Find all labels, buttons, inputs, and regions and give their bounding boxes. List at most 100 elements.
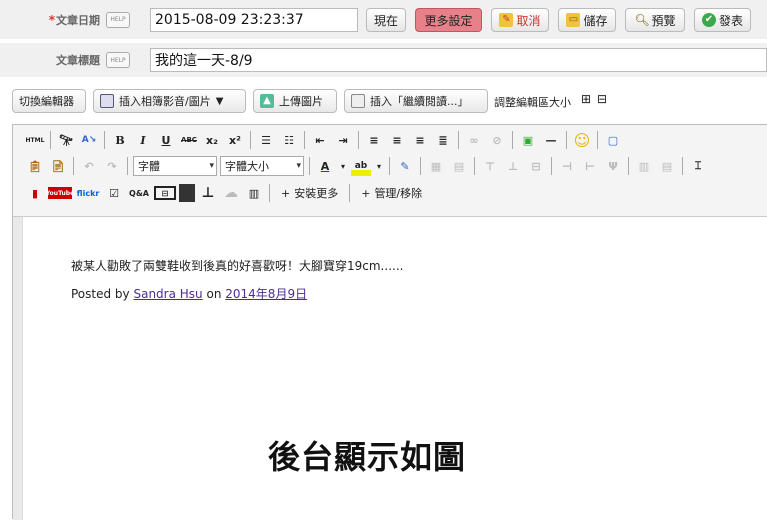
strikethrough-icon[interactable]: ABC: [179, 130, 199, 150]
checklist-icon[interactable]: ☑: [104, 183, 124, 203]
delete-row-icon[interactable]: ⊟: [526, 156, 546, 176]
text-color-icon[interactable]: A: [315, 156, 335, 176]
chevron-down-icon[interactable]: ▾: [374, 156, 384, 176]
font-size-select[interactable]: 字體大小: [220, 156, 304, 176]
date-row: * 文章日期 HELP 2015-08-09 23:23:37 現在 更多設定 …: [0, 0, 767, 39]
align-left-icon[interactable]: ≡: [364, 130, 384, 150]
book-icon[interactable]: [179, 184, 195, 202]
editor-gutter: [13, 217, 23, 520]
title-input[interactable]: 我的這一天-8/9: [150, 48, 767, 72]
upload-image-label: 上傳圖片: [279, 95, 323, 108]
numbered-list-icon[interactable]: ☰: [256, 130, 276, 150]
row-after-icon[interactable]: ⊥: [503, 156, 523, 176]
subscript-icon[interactable]: x₂: [202, 130, 222, 150]
col-after-icon[interactable]: ⊢: [580, 156, 600, 176]
editor-toolbar-row-3: ▮ YouTube flickr ☑ Q&A ⊟ ⊥ ☁ ▥ + 安裝更多 + …: [25, 181, 428, 205]
find-icon[interactable]: 🔭︎: [56, 130, 76, 150]
adjust-size-label: 調整編輯區大小: [494, 96, 571, 109]
paste-icon[interactable]: 📋︎: [25, 156, 45, 176]
link-icon[interactable]: ∞: [464, 130, 484, 150]
horizontal-rule-icon[interactable]: —: [541, 130, 561, 150]
divider: [358, 131, 359, 149]
upload-image-button[interactable]: ▲ 上傳圖片: [253, 89, 337, 113]
undo-icon[interactable]: ↶: [79, 156, 99, 176]
divider: [551, 157, 552, 175]
plus-icon: +: [281, 186, 291, 200]
fullscreen-icon[interactable]: ▢: [603, 130, 623, 150]
col-before-icon[interactable]: ⊣: [557, 156, 577, 176]
caption-heading: 後台顯示如圖: [268, 438, 467, 476]
date-input[interactable]: 2015-08-09 23:23:37: [150, 8, 358, 32]
check-icon: ✔: [701, 13, 716, 27]
cancel-icon: ✎: [499, 13, 514, 27]
date-link[interactable]: 2014年8月9日: [225, 287, 307, 301]
align-right-icon[interactable]: ≡: [410, 130, 430, 150]
divider: [474, 157, 475, 175]
preview-button[interactable]: 🔍︎ 預覽: [625, 8, 685, 32]
cancel-button[interactable]: ✎ 取消: [491, 8, 549, 32]
redo-icon[interactable]: ↷: [102, 156, 122, 176]
bg-color-icon[interactable]: ab: [351, 156, 371, 176]
underline-icon[interactable]: U: [156, 130, 176, 150]
replace-icon[interactable]: A↘: [79, 130, 99, 150]
insert-media-button[interactable]: 插入相簿影音/圖片 ▼: [93, 89, 246, 113]
align-justify-icon[interactable]: ≣: [433, 130, 453, 150]
editor-toolbar-row-1: HTML 🔭︎ A↘ B I U ABC x₂ x² ☰ ☷ ⇤ ⇥ ≡ ≡ ≡…: [25, 128, 623, 152]
divider: [250, 131, 251, 149]
outdent-icon[interactable]: ⇤: [310, 130, 330, 150]
table-props-icon[interactable]: ▤: [449, 156, 469, 176]
save-icon: ▭: [566, 13, 581, 27]
shrink-icon[interactable]: ⊟: [597, 92, 607, 106]
smiley-icon[interactable]: ☺: [572, 130, 592, 150]
bold-icon[interactable]: B: [110, 130, 130, 150]
html-icon[interactable]: HTML: [25, 130, 45, 150]
bookmark-icon[interactable]: ▮: [25, 183, 45, 203]
editor-top-toolbar: 切換編輯器 插入相簿影音/圖片 ▼ ▲ 上傳圖片 插入「繼續閱讀...」 調整編…: [0, 86, 767, 116]
youtube-icon[interactable]: YouTube: [46, 187, 74, 199]
qa-icon[interactable]: Q&A: [127, 183, 151, 203]
split-cells-icon[interactable]: ▥: [634, 156, 654, 176]
switch-editor-button[interactable]: 切換編輯器: [12, 89, 86, 113]
publish-label: 發表: [718, 13, 743, 28]
chevron-down-icon[interactable]: ▾: [338, 156, 348, 176]
switch-editor-label: 切換編輯器: [19, 95, 74, 108]
edit-code-icon[interactable]: ✎: [395, 156, 415, 176]
install-more-button[interactable]: + 安裝更多: [275, 185, 344, 201]
merge-cells-icon[interactable]: ▤: [657, 156, 677, 176]
font-family-select[interactable]: 字體: [133, 156, 217, 176]
indent-icon[interactable]: ⇥: [333, 130, 353, 150]
paste-word-icon[interactable]: 📄︎: [48, 156, 68, 176]
date-help-button[interactable]: HELP: [106, 11, 130, 28]
title-label: 文章標題: [56, 54, 100, 67]
rich-text-editor: HTML 🔭︎ A↘ B I U ABC x₂ x² ☰ ☷ ⇤ ⇥ ≡ ≡ ≡…: [12, 124, 767, 520]
flickr-icon[interactable]: flickr: [75, 183, 101, 203]
chart-icon[interactable]: ▥: [244, 183, 264, 203]
italic-icon[interactable]: I: [133, 130, 153, 150]
manage-remove-button[interactable]: + 管理/移除: [355, 185, 428, 201]
superscript-icon[interactable]: x²: [225, 130, 245, 150]
delete-col-icon[interactable]: Ψ: [603, 156, 623, 176]
insert-readmore-button[interactable]: 插入「繼續閱讀...」: [344, 89, 488, 113]
save-button[interactable]: ▭ 儲存: [558, 8, 616, 32]
align-center-icon[interactable]: ≡: [387, 130, 407, 150]
image-icon[interactable]: ▣: [518, 130, 538, 150]
unlink-icon[interactable]: ⊘: [487, 130, 507, 150]
row-before-icon[interactable]: ⊤: [480, 156, 500, 176]
editor-content[interactable]: 被某人勸敗了兩雙鞋收到後真的好喜歡呀！大腳寶穿19cm...... Posted…: [13, 217, 767, 520]
title-help-button[interactable]: HELP: [106, 52, 130, 68]
on-text: on: [206, 287, 222, 301]
cloud-icon[interactable]: ☁: [221, 183, 241, 203]
title-label-wrap: 文章標題: [0, 43, 100, 77]
expand-icon[interactable]: ⊞: [581, 92, 591, 106]
bulleted-list-icon[interactable]: ☷: [279, 130, 299, 150]
map-pin-icon[interactable]: ⊥: [198, 183, 218, 203]
divider: [269, 184, 270, 202]
page-break-icon[interactable]: ⌶: [688, 156, 708, 176]
publish-button[interactable]: ✔ 發表: [694, 8, 751, 32]
author-link[interactable]: Sandra Hsu: [133, 287, 202, 301]
table-icon[interactable]: ▦: [426, 156, 446, 176]
now-button[interactable]: 現在: [366, 8, 406, 32]
embed-icon[interactable]: ⊟: [154, 186, 176, 200]
chevron-down-icon: ▼: [215, 95, 224, 107]
more-settings-button[interactable]: 更多設定: [415, 8, 482, 32]
